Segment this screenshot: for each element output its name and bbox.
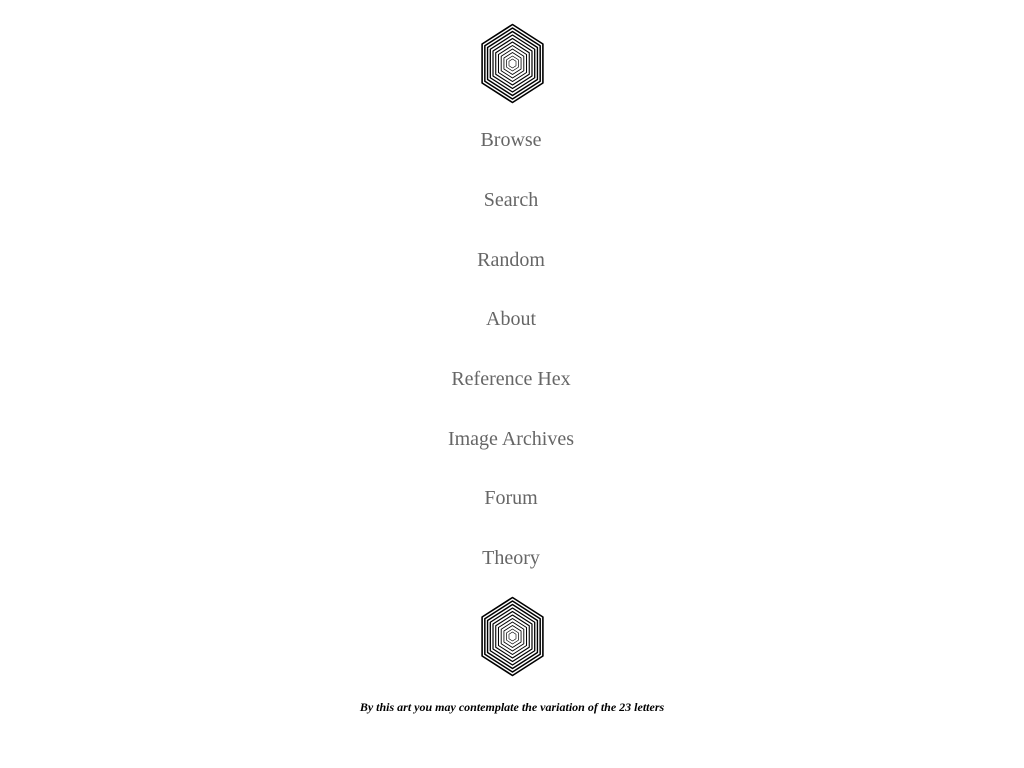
hexagon-ring <box>500 48 525 79</box>
concentric-hexagon-icon <box>481 596 544 677</box>
hexagon-ring <box>481 23 544 104</box>
hexagon-ornament-icon <box>477 596 548 677</box>
hexagon-ring <box>497 618 528 655</box>
hexagon-ring <box>506 628 519 645</box>
hexagon-ring <box>481 596 544 677</box>
nav-link-random[interactable]: Random <box>0 248 1022 272</box>
hexagon-ring <box>489 607 536 666</box>
hexagon-ring <box>486 30 539 97</box>
hexagon-ring <box>486 603 539 670</box>
nav-link-image-archives[interactable]: Image Archives <box>0 427 1022 451</box>
nav-link-about[interactable]: About <box>0 307 1022 331</box>
hexagon-ring <box>508 58 517 69</box>
hexagon-logo-icon[interactable] <box>477 23 548 104</box>
hexagon-ring <box>500 621 525 652</box>
nav-link-theory[interactable]: Theory <box>0 546 1022 570</box>
nav-link-reference-hex[interactable]: Reference Hex <box>0 367 1022 391</box>
hexagon-ring <box>497 45 528 82</box>
nav-link-forum[interactable]: Forum <box>0 486 1022 510</box>
concentric-hexagon-icon <box>481 23 544 104</box>
nav-link-search[interactable]: Search <box>0 188 1022 212</box>
hexagon-ring <box>508 631 517 642</box>
hexagon-ring <box>506 55 519 72</box>
nav-link-browse[interactable]: Browse <box>0 128 1022 152</box>
hexagon-ring <box>489 34 536 93</box>
tagline: By this art you may contemplate the vari… <box>359 700 665 714</box>
